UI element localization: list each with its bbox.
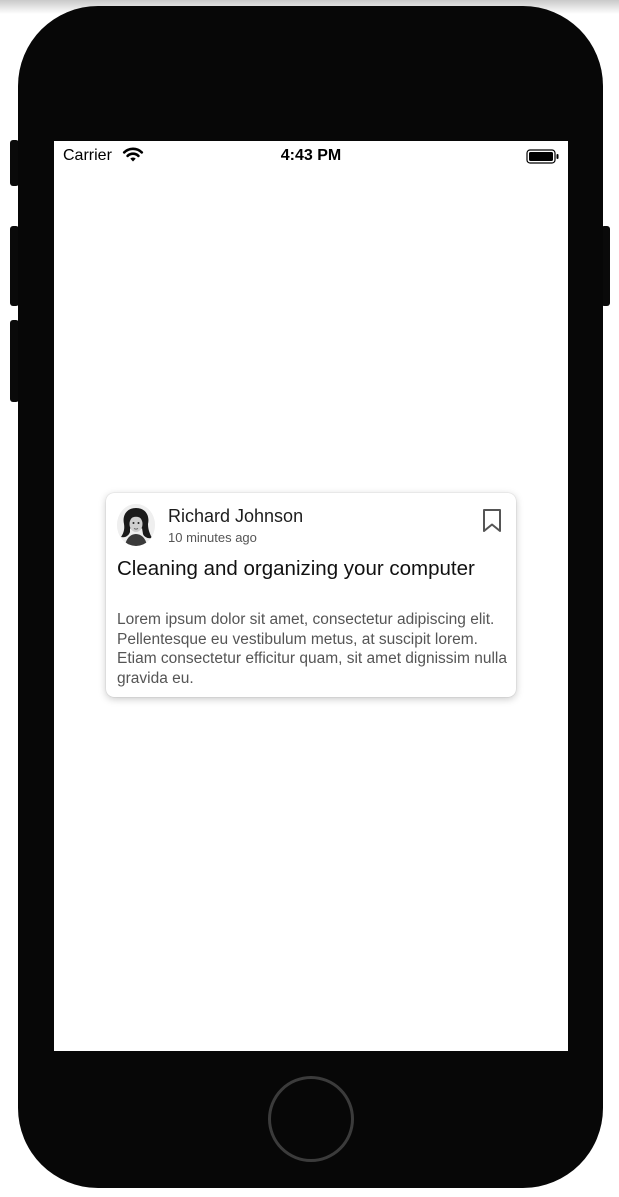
status-bar: Carrier 4:43 PM	[54, 141, 568, 171]
post-card[interactable]: Richard Johnson 10 minutes ago Cleaning …	[106, 493, 516, 697]
simulator-page: Carrier 4:43 PM Richard Johnson 10 minut…	[0, 0, 619, 1197]
post-title[interactable]: Cleaning and organizing your computer	[117, 556, 507, 582]
post-timestamp: 10 minutes ago	[168, 530, 257, 545]
author-avatar[interactable]	[117, 504, 155, 546]
battery-icon	[526, 149, 560, 170]
device-screen: Carrier 4:43 PM Richard Johnson 10 minut…	[54, 141, 568, 1051]
home-button[interactable]	[268, 1076, 354, 1162]
bookmark-icon[interactable]	[482, 508, 502, 539]
status-time: 4:43 PM	[280, 147, 342, 164]
author-name[interactable]: Richard Johnson	[168, 506, 303, 527]
post-excerpt: Lorem ipsum dolor sit amet, consectetur …	[117, 611, 507, 687]
